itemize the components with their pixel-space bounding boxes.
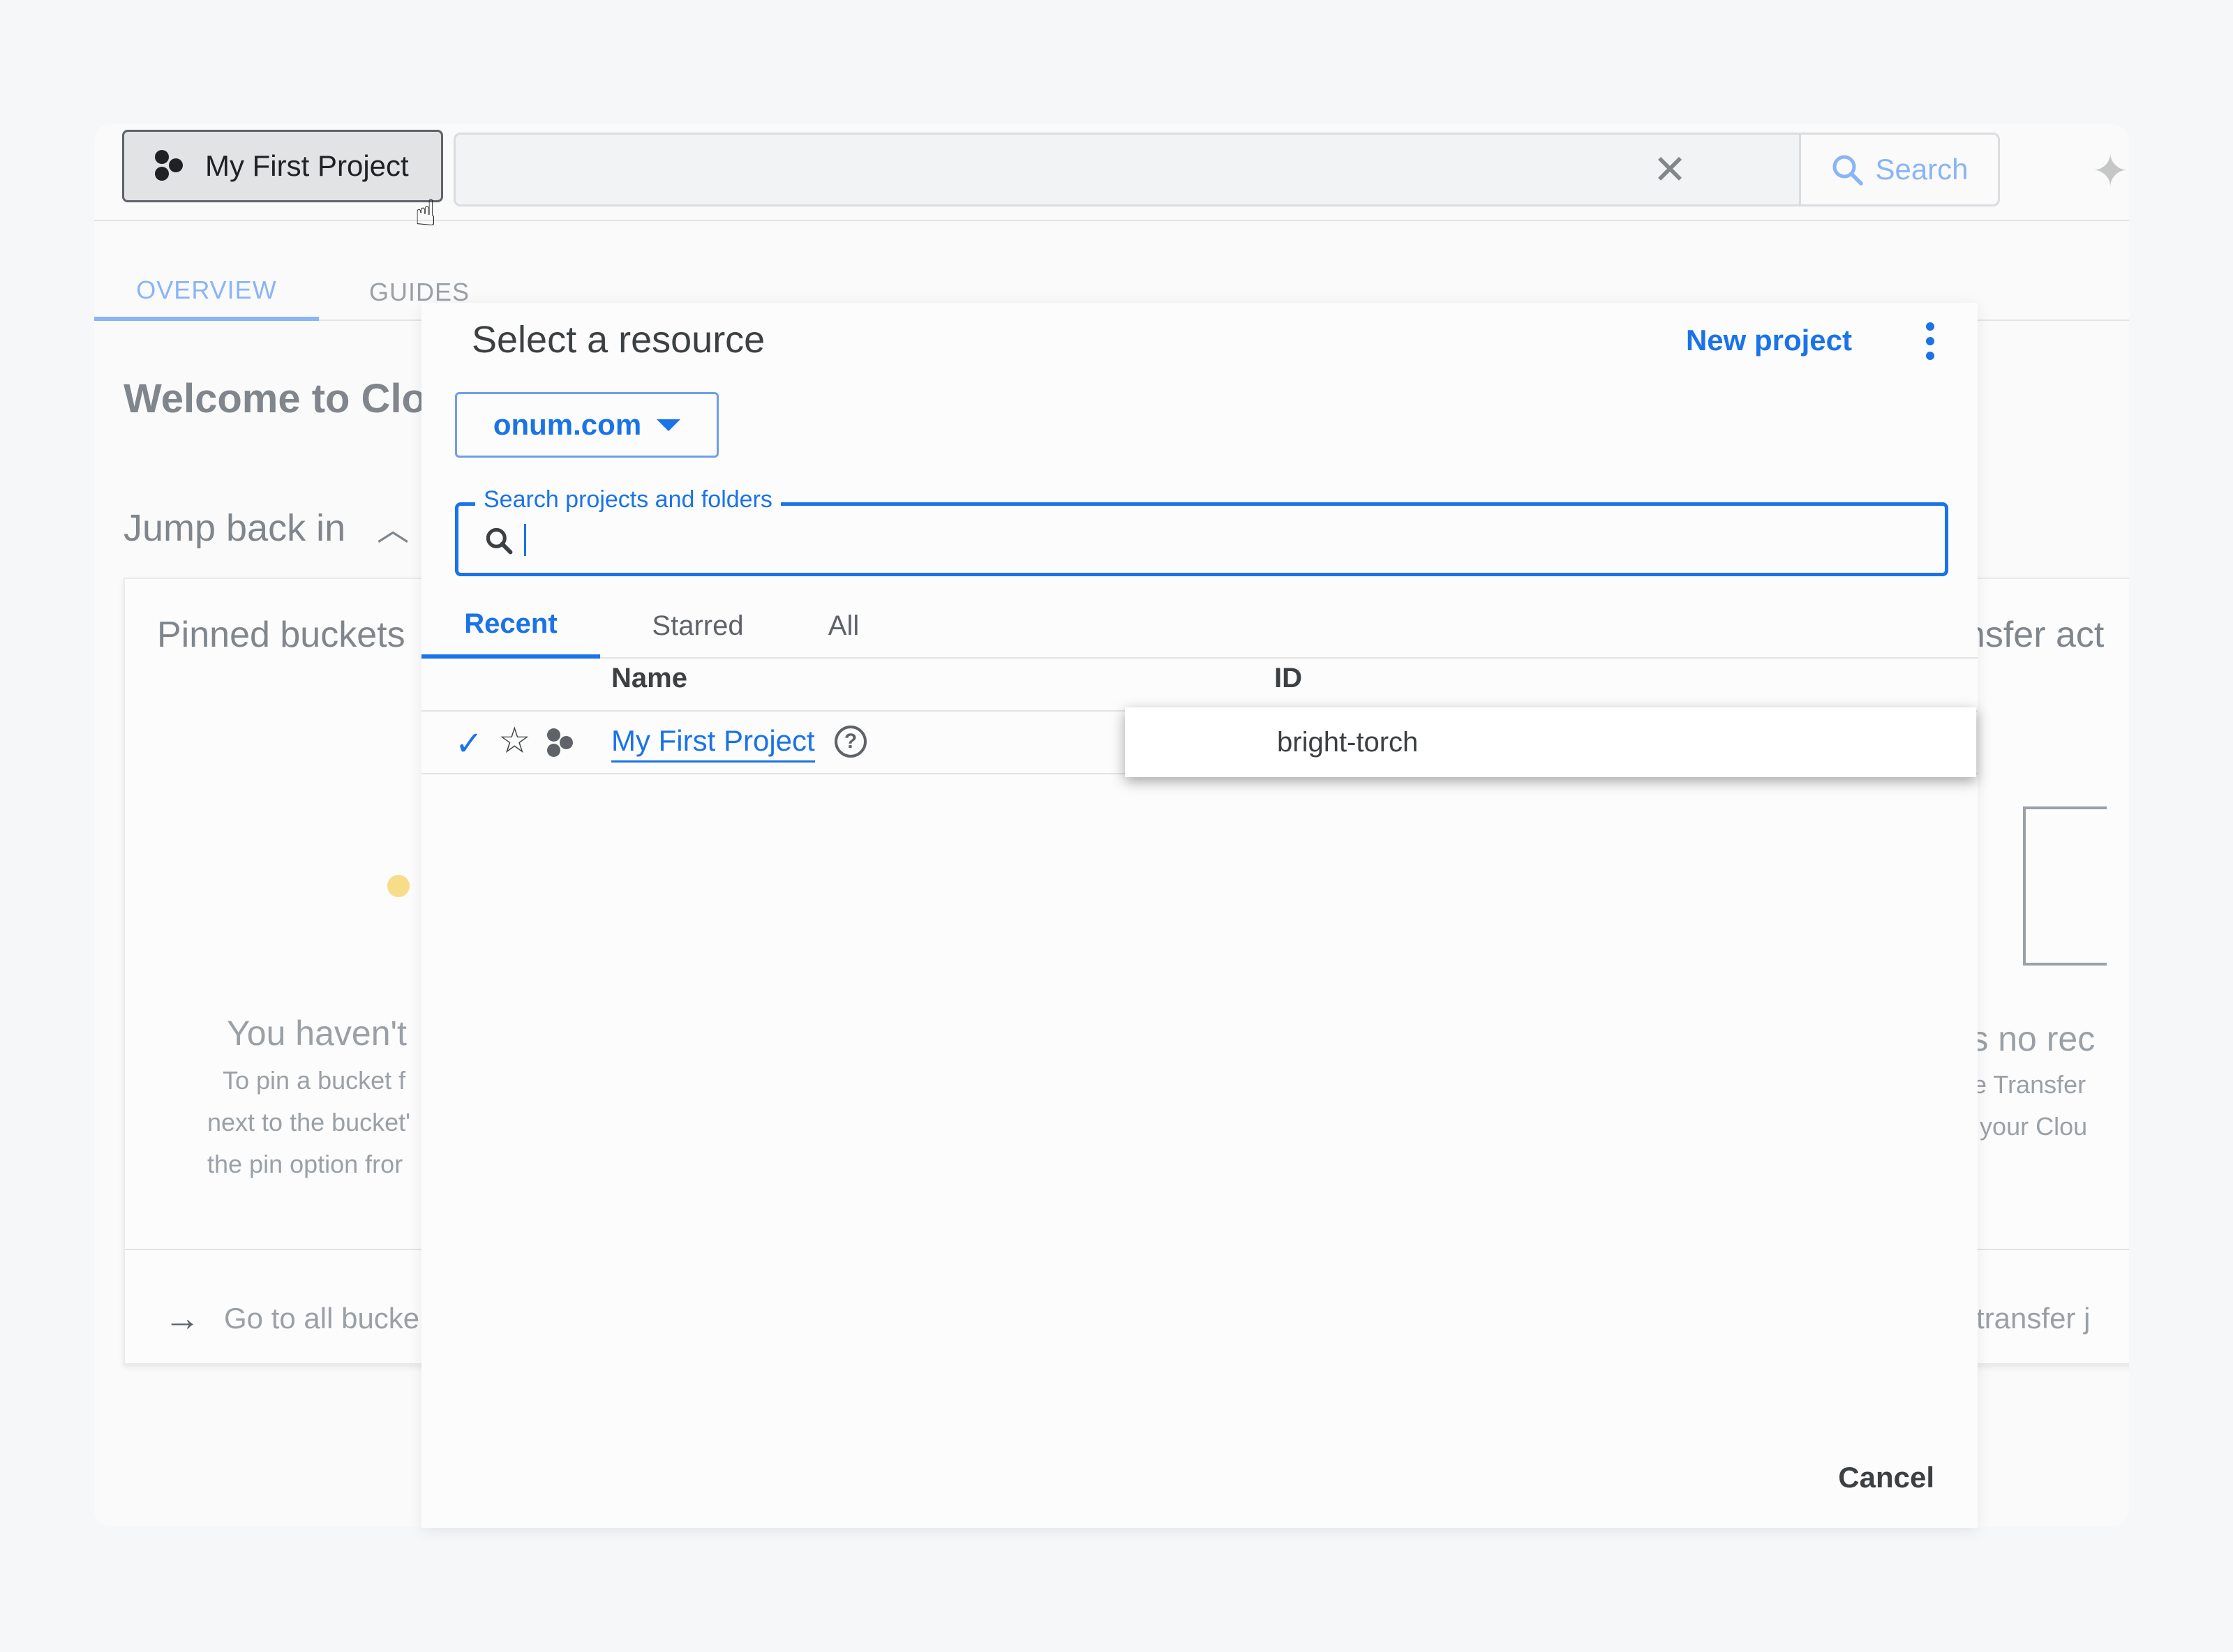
go-to-buckets-link[interactable]: Go to all bucke xyxy=(224,1302,419,1335)
star-icon[interactable]: ☆ xyxy=(498,720,531,762)
project-picker-label: My First Project xyxy=(205,149,409,182)
search-icon xyxy=(486,527,513,555)
select-resource-dialog: Select a resource New project onum.com S… xyxy=(421,303,1978,1528)
close-icon[interactable]: ✕ xyxy=(1635,135,1705,204)
tab-recent[interactable]: Recent xyxy=(421,593,600,659)
help-icon[interactable]: ? xyxy=(835,726,867,758)
organization-label: onum.com xyxy=(493,408,642,441)
organization-select[interactable]: onum.com xyxy=(455,392,719,458)
decorative-dot xyxy=(387,875,410,897)
arrow-right-icon: → xyxy=(164,1298,200,1339)
new-project-button[interactable]: New project xyxy=(1686,324,1852,357)
dropdown-caret-icon xyxy=(657,419,681,431)
cancel-button[interactable]: Cancel xyxy=(1838,1461,1934,1494)
project-hexagons-icon xyxy=(544,727,576,759)
chevron-up-icon: ︿ xyxy=(377,511,410,548)
empty-state-line: the pin option fror xyxy=(207,1150,403,1178)
more-options-icon[interactable] xyxy=(1926,322,1936,360)
tab-starred[interactable]: Starred xyxy=(628,593,768,659)
jump-back-label: Jump back in xyxy=(124,507,346,549)
project-name-link[interactable]: My First Project xyxy=(611,724,815,763)
search-icon xyxy=(1832,155,1864,186)
console-search-bar[interactable]: ✕ Search xyxy=(454,133,2000,206)
top-bar: My First Project ✕ Search ✦ xyxy=(94,124,2129,221)
search-button-label: Search xyxy=(1875,153,1969,186)
tab-overview[interactable]: OVERVIEW xyxy=(94,264,319,321)
project-id-cell[interactable]: bright-torch xyxy=(1125,707,1976,777)
page-title: Welcome to Clou xyxy=(124,376,451,421)
text-cursor xyxy=(524,524,526,556)
empty-state-title: You haven't xyxy=(227,1014,407,1053)
project-id-text: bright-torch xyxy=(1277,727,1419,758)
project-search-label: Search projects and folders xyxy=(475,486,781,513)
dialog-title: Select a resource xyxy=(472,319,766,361)
pinned-buckets-title: Pinned buckets xyxy=(157,615,405,655)
sparkle-icon[interactable]: ✦ xyxy=(2091,145,2129,197)
hand-cursor-icon: ☝ xyxy=(415,193,437,234)
tab-all[interactable]: All xyxy=(798,593,889,659)
project-search-input[interactable]: Search projects and folders xyxy=(455,486,1948,576)
column-header-name: Name xyxy=(611,663,687,693)
column-header-id: ID xyxy=(1274,663,1302,693)
empty-state-line: To pin a bucket f xyxy=(223,1066,406,1095)
project-picker-button[interactable]: My First Project xyxy=(122,130,443,202)
empty-box-illustration xyxy=(2023,806,2107,966)
check-icon: ✓ xyxy=(455,726,484,763)
table-row[interactable]: ✓ ☆ My First Project ? bright-torch xyxy=(421,707,1978,777)
empty-state-line: next to the bucket' xyxy=(207,1108,411,1136)
project-hexagons-icon xyxy=(152,150,184,182)
jump-back-header[interactable]: Jump back in ︿ xyxy=(124,504,409,550)
search-button[interactable]: Search xyxy=(1799,135,1998,204)
resource-tabs: Recent Starred All xyxy=(421,593,1978,659)
